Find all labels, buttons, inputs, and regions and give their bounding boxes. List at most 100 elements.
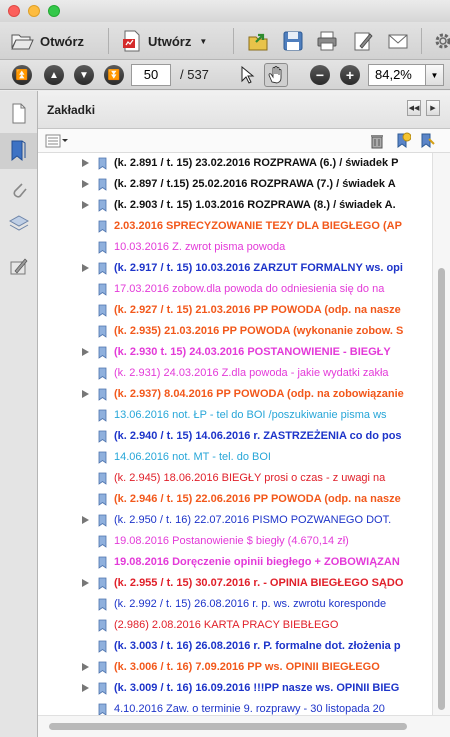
arrow-up-icon: ▲: [49, 69, 59, 81]
create-button[interactable]: Utwórz ▼: [122, 28, 207, 54]
bookmark-item[interactable]: (k. 2.940 / t. 15) 14.06.2016 r. ZASTRZE…: [38, 426, 432, 447]
trash-icon[interactable]: [370, 133, 384, 149]
hand-tool-button[interactable]: [264, 63, 288, 87]
horizontal-scrollbar[interactable]: [38, 715, 450, 737]
bookmark-item[interactable]: 13.06.2016 not. ŁP - tel do BOI /poszuki…: [38, 405, 432, 426]
bookmark-item[interactable]: (k. 2.931) 24.03.2016 Z.dla powoda - jak…: [38, 363, 432, 384]
bookmark-label: (k. 2.935) 21.03.2016 PP POWODA (wykonan…: [114, 325, 404, 337]
disclosure-triangle-icon[interactable]: [82, 663, 89, 671]
zoom-dropdown-button[interactable]: ▼: [426, 64, 444, 86]
bookmark-label: (k. 2.897 / t.15) 25.02.2016 ROZPRAWA (7…: [114, 178, 396, 190]
disclosure-triangle-icon[interactable]: [82, 348, 89, 356]
bookmark-item[interactable]: 2.03.2016 SPRECYZOWANIE TEZY DLA BIEGŁEG…: [38, 216, 432, 237]
bookmark-flag-icon: [98, 556, 107, 569]
options-menu-button[interactable]: [45, 133, 69, 149]
bookmark-item[interactable]: (k. 2.935) 21.03.2016 PP POWODA (wykonan…: [38, 321, 432, 342]
bookmark-item[interactable]: 4.10.2016 Zaw. o terminie 9. rozprawy - …: [38, 699, 432, 715]
new-bookmark-icon[interactable]: [395, 132, 411, 150]
select-cursor-icon[interactable]: [239, 66, 255, 84]
bookmark-label: (k. 2.903 / t. 15) 1.03.2016 ROZPRAWA (8…: [114, 199, 396, 211]
bookmark-label: 19.08.2016 Postanowienie $ biegły (4.670…: [114, 535, 349, 547]
folder-open-icon: [11, 34, 34, 50]
main-toolbar: Otwórz Utwórz ▼: [0, 22, 450, 60]
bookmark-item[interactable]: (k. 2.930 t. 15) 24.03.2016 POSTANOWIENI…: [38, 342, 432, 363]
bookmark-item[interactable]: (k. 2.946 / t. 15) 22.06.2016 PP POWODA …: [38, 489, 432, 510]
collapse-panel-button[interactable]: ◀◀: [407, 100, 421, 116]
save-icon[interactable]: [282, 30, 304, 52]
zoom-window-button[interactable]: [48, 5, 60, 17]
hand-icon: [268, 66, 282, 84]
bookmark-flag-icon: [98, 346, 107, 359]
expand-panel-button[interactable]: ▶: [426, 100, 440, 116]
open-button[interactable]: Otwórz: [10, 28, 84, 54]
email-icon[interactable]: [387, 30, 409, 52]
first-page-button[interactable]: ⏫: [12, 65, 32, 85]
vertical-scrollbar[interactable]: [432, 153, 450, 715]
window-titlebar: [0, 0, 450, 22]
bookmarks-tab[interactable]: [0, 133, 37, 169]
disclosure-triangle-icon[interactable]: [82, 390, 89, 398]
bookmark-item[interactable]: (k. 3.009 / t. 16) 16.09.2016 !!!PP nasz…: [38, 678, 432, 699]
bookmark-item[interactable]: (k. 2.927 / t. 15) 21.03.2016 PP POWODA …: [38, 300, 432, 321]
bookmark-item[interactable]: (k. 2.950 / t. 16) 22.07.2016 PISMO POZW…: [38, 510, 432, 531]
edit-sign-icon[interactable]: [352, 30, 374, 52]
bookmark-label: (k. 3.009 / t. 16) 16.09.2016 !!!PP nasz…: [114, 682, 400, 694]
bookmark-label: (k. 2.950 / t. 16) 22.07.2016 PISMO POZW…: [114, 514, 392, 526]
print-icon[interactable]: [316, 30, 338, 52]
attachment-paperclip-icon[interactable]: [9, 179, 29, 201]
minimize-window-button[interactable]: [28, 5, 40, 17]
bookmark-label: (k. 2.955 / t. 15) 30.07.2016 r. - OPINI…: [114, 577, 404, 589]
bookmark-label: 13.06.2016 not. ŁP - tel do BOI /poszuki…: [114, 409, 387, 421]
bookmark-label: (k. 2.945) 18.06.2016 BIEGŁY prosi o cza…: [114, 472, 386, 484]
bookmark-item[interactable]: (k. 2.945) 18.06.2016 BIEGŁY prosi o cza…: [38, 468, 432, 489]
disclosure-triangle-icon[interactable]: [82, 579, 89, 587]
bookmark-item[interactable]: (k. 3.006 / t. 16) 7.09.2016 PP ws. OPIN…: [38, 657, 432, 678]
bookmark-icon: [11, 140, 26, 162]
layers-icon[interactable]: [9, 213, 29, 235]
page-thumbnails-icon[interactable]: [9, 103, 29, 125]
last-page-button[interactable]: ⏬: [104, 65, 124, 85]
close-window-button[interactable]: [8, 5, 20, 17]
toolbar-separator: [108, 28, 109, 54]
bookmark-flag-icon: [98, 493, 107, 506]
bookmark-item[interactable]: (k. 2.903 / t. 15) 1.03.2016 ROZPRAWA (8…: [38, 195, 432, 216]
chevron-right-icon: ▶: [430, 105, 436, 112]
disclosure-triangle-icon[interactable]: [82, 180, 89, 188]
bookmark-item[interactable]: (k. 3.003 / t. 16) 26.08.2016 r. P. form…: [38, 636, 432, 657]
horizontal-scrollbar-thumb[interactable]: [49, 723, 407, 730]
signatures-icon[interactable]: [9, 256, 29, 278]
bookmark-item[interactable]: (k. 2.917 / t. 15) 10.03.2016 ZARZUT FOR…: [38, 258, 432, 279]
bookmark-item[interactable]: (k. 2.891 / t. 15) 23.02.2016 ROZPRAWA (…: [38, 153, 432, 174]
zoom-in-button[interactable]: +: [340, 65, 360, 85]
disclosure-triangle-icon[interactable]: [82, 264, 89, 272]
disclosure-triangle-icon[interactable]: [82, 684, 89, 692]
zoom-out-button[interactable]: −: [310, 65, 330, 85]
bookmark-flag-icon: [98, 451, 107, 464]
bookmark-item[interactable]: (k. 2.937) 8.04.2016 PP POWODA (odp. na …: [38, 384, 432, 405]
bookmark-item[interactable]: 19.08.2016 Doręczenie opinii biegłego + …: [38, 552, 432, 573]
bookmark-item[interactable]: (2.986) 2.08.2016 KARTA PRACY BIEBŁEGO: [38, 615, 432, 636]
page-number-input[interactable]: 50: [131, 64, 171, 86]
bookmark-flag-icon: [98, 283, 107, 296]
bookmark-item[interactable]: 19.08.2016 Postanowienie $ biegły (4.670…: [38, 531, 432, 552]
share-folder-icon[interactable]: [247, 30, 269, 52]
create-dropdown-arrow[interactable]: ▼: [199, 37, 207, 46]
bookmark-item[interactable]: (k. 2.955 / t. 15) 30.07.2016 r. - OPINI…: [38, 573, 432, 594]
minus-icon: −: [315, 67, 325, 83]
create-button-label: Utwórz: [148, 33, 192, 49]
previous-page-button[interactable]: ▲: [44, 65, 64, 85]
zoom-level-input[interactable]: 84,2%: [368, 64, 426, 86]
bookmark-item[interactable]: (k. 2.897 / t.15) 25.02.2016 ROZPRAWA (7…: [38, 174, 432, 195]
disclosure-triangle-icon[interactable]: [82, 159, 89, 167]
disclosure-triangle-icon[interactable]: [82, 201, 89, 209]
toolbar-separator: [233, 28, 234, 54]
bookmark-item[interactable]: 17.03.2016 zobow.dla powoda do odniesien…: [38, 279, 432, 300]
gear-icon[interactable]: [432, 30, 450, 52]
bookmark-item[interactable]: (k. 2.992 / t. 15) 26.08.2016 r. p. ws. …: [38, 594, 432, 615]
vertical-scrollbar-thumb[interactable]: [438, 268, 445, 710]
bookmark-item[interactable]: 14.06.2016 not. MT - tel. do BOI: [38, 447, 432, 468]
bookmark-find-icon[interactable]: [419, 132, 435, 150]
bookmark-item[interactable]: 10.03.2016 Z. zwrot pisma powoda: [38, 237, 432, 258]
disclosure-triangle-icon[interactable]: [82, 516, 89, 524]
next-page-button[interactable]: ▼: [74, 65, 94, 85]
